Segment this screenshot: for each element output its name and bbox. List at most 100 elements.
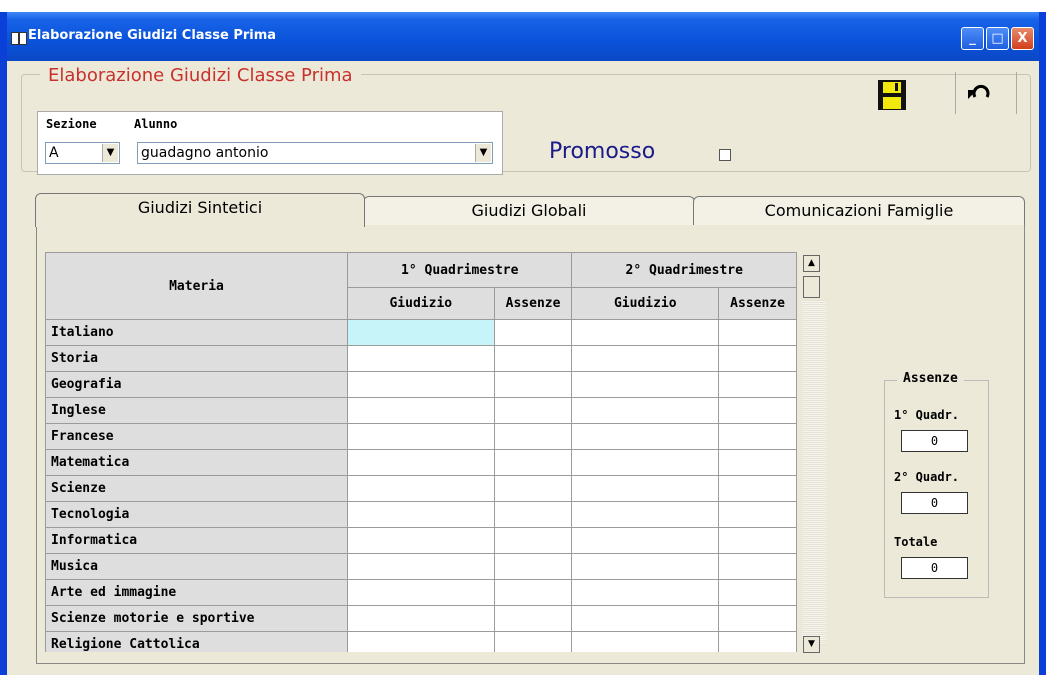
q2-assenze-cell[interactable] [718, 475, 797, 502]
subject-cell[interactable]: Scienze [45, 475, 348, 502]
q1-assenze-cell[interactable] [493, 631, 573, 652]
header-q1-assenze: Assenze [493, 287, 573, 320]
q1-giudizio-cell[interactable] [347, 397, 495, 424]
scroll-thumb[interactable] [803, 276, 820, 298]
window-frame-right [1039, 12, 1046, 675]
scroll-down-button[interactable]: ▼ [803, 636, 820, 653]
q2-assenze-cell[interactable] [718, 579, 797, 606]
q2-giudizio-cell[interactable] [571, 371, 720, 398]
q1-assenze-cell[interactable] [493, 423, 573, 450]
q1-giudizio-cell[interactable] [347, 553, 495, 580]
q1-giudizio-cell[interactable] [347, 527, 495, 554]
subject-cell[interactable]: Religione Cattolica [45, 631, 348, 652]
q1-giudizio-cell[interactable] [347, 423, 495, 450]
minimize-button[interactable]: _ [961, 27, 984, 50]
giudizi-grid[interactable]: Materia 1° Quadrimestre 2° Quadrimestre … [45, 252, 797, 652]
toolbar-separator-2 [1016, 72, 1017, 114]
undo-arrow-icon [968, 84, 990, 99]
app-icon [11, 32, 27, 45]
q1-giudizio-cell[interactable] [347, 475, 495, 502]
subject-cell[interactable]: Inglese [45, 397, 348, 424]
q2-giudizio-cell[interactable] [571, 475, 720, 502]
q2-assenze-cell[interactable] [718, 553, 797, 580]
maximize-button[interactable]: □ [986, 27, 1009, 50]
table-row: Scienze [45, 475, 797, 502]
scrollbar-track[interactable] [802, 300, 826, 645]
tab-giudizi-globali[interactable]: Giudizi Globali [363, 196, 695, 225]
q2-giudizio-cell[interactable] [571, 553, 720, 580]
q1-assenze-cell[interactable] [493, 475, 573, 502]
q2-assenze-cell[interactable] [718, 527, 797, 554]
q1-assenze-cell[interactable] [493, 371, 573, 398]
q2-assenze-cell[interactable] [718, 397, 797, 424]
subject-cell[interactable]: Musica [45, 553, 348, 580]
q2-assenze-cell[interactable] [718, 345, 797, 372]
q1-assenze-cell[interactable] [493, 553, 573, 580]
q2-giudizio-cell[interactable] [571, 501, 720, 528]
q2-assenze-cell[interactable] [718, 501, 797, 528]
subject-cell[interactable]: Storia [45, 345, 348, 372]
q1-assenze-cell[interactable] [493, 527, 573, 554]
subject-cell[interactable]: Informatica [45, 527, 348, 554]
q1-assenze-cell[interactable] [493, 345, 573, 372]
q2-assenze-cell[interactable] [718, 605, 797, 632]
chevron-down-icon[interactable]: ▼ [475, 144, 491, 162]
q2-giudizio-cell[interactable] [571, 631, 720, 652]
q1-giudizio-cell[interactable] [347, 449, 495, 476]
save-button[interactable] [877, 79, 907, 111]
q1-giudizio-cell[interactable] [347, 579, 495, 606]
q1-giudizio-cell[interactable] [347, 501, 495, 528]
q1-assenze-cell[interactable] [493, 449, 573, 476]
q2-assenze-cell[interactable] [718, 371, 797, 398]
q2-giudizio-cell[interactable] [571, 423, 720, 450]
tab-comunicazioni-famiglie[interactable]: Comunicazioni Famiglie [693, 196, 1025, 225]
sezione-select[interactable]: A ▼ [45, 142, 120, 164]
header-q2: 2° Quadrimestre [571, 252, 797, 288]
q2-giudizio-cell[interactable] [571, 605, 720, 632]
q2-giudizio-cell[interactable] [571, 397, 720, 424]
promosso-label: Promosso [549, 139, 656, 164]
subject-cell[interactable]: Geografia [45, 371, 348, 398]
assenze-q2-value: 0 [901, 492, 968, 514]
q1-assenze-cell[interactable] [493, 605, 573, 632]
tab-label: Comunicazioni Famiglie [764, 201, 954, 220]
q1-assenze-cell[interactable] [493, 397, 573, 424]
chevron-down-icon[interactable]: ▼ [102, 144, 118, 162]
q2-giudizio-cell[interactable] [571, 527, 720, 554]
close-button[interactable]: X [1011, 27, 1034, 50]
q1-giudizio-cell[interactable] [347, 605, 495, 632]
header-materia[interactable]: Materia [45, 252, 348, 320]
q1-assenze-cell[interactable] [493, 579, 573, 606]
table-row: Scienze motorie e sportive [45, 605, 797, 632]
promosso-checkbox[interactable] [719, 149, 731, 161]
undo-button[interactable] [965, 82, 995, 104]
q2-giudizio-cell[interactable] [571, 579, 720, 606]
q2-giudizio-cell[interactable] [571, 449, 720, 476]
q2-assenze-cell[interactable] [718, 319, 797, 346]
q1-giudizio-cell[interactable] [347, 319, 495, 346]
scroll-up-button[interactable]: ▲ [803, 255, 820, 272]
tab-label: Giudizi Sintetici [137, 198, 263, 217]
table-row: Storia [45, 345, 797, 372]
q2-giudizio-cell[interactable] [571, 345, 720, 372]
alunno-select[interactable]: guadagno antonio ▼ [137, 142, 493, 164]
q1-giudizio-cell[interactable] [347, 631, 495, 652]
subject-cell[interactable]: Matematica [45, 449, 348, 476]
q2-giudizio-cell[interactable] [571, 319, 720, 346]
table-row: Arte ed immagine [45, 579, 797, 606]
q2-assenze-cell[interactable] [718, 423, 797, 450]
subject-cell[interactable]: Italiano [45, 319, 348, 346]
tab-giudizi-sintetici[interactable]: Giudizi Sintetici [35, 193, 365, 227]
q1-assenze-cell[interactable] [493, 501, 573, 528]
subject-cell[interactable]: Francese [45, 423, 348, 450]
q2-assenze-cell[interactable] [718, 449, 797, 476]
subject-cell[interactable]: Scienze motorie e sportive [45, 605, 348, 632]
window-frame-left [0, 12, 7, 675]
q1-assenze-cell[interactable] [493, 319, 573, 346]
q1-giudizio-cell[interactable] [347, 371, 495, 398]
q1-giudizio-cell[interactable] [347, 345, 495, 372]
subject-cell[interactable]: Arte ed immagine [45, 579, 348, 606]
subject-cell[interactable]: Tecnologia [45, 501, 348, 528]
maximize-icon: □ [991, 31, 1004, 46]
q2-assenze-cell[interactable] [718, 631, 797, 652]
